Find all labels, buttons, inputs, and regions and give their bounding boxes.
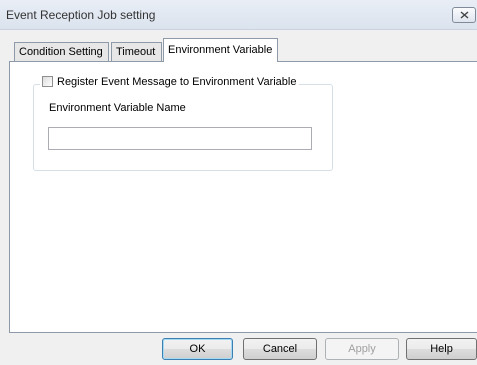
- tab-environment-variable[interactable]: Environment Variable: [163, 38, 278, 62]
- tab-timeout[interactable]: Timeout: [111, 42, 162, 61]
- window-title: Event Reception Job setting: [6, 8, 156, 22]
- register-env-checkbox-row[interactable]: Register Event Message to Environment Va…: [40, 76, 300, 90]
- cancel-button[interactable]: Cancel: [243, 338, 317, 360]
- close-button[interactable]: [452, 7, 476, 23]
- apply-button[interactable]: Apply: [325, 338, 399, 360]
- env-variable-name-label: Environment Variable Name: [49, 102, 186, 114]
- register-env-checkbox-label: Register Event Message to Environment Va…: [57, 76, 297, 88]
- env-variable-name-input[interactable]: [48, 127, 312, 150]
- title-bar: Event Reception Job setting: [0, 0, 477, 30]
- register-env-checkbox[interactable]: [42, 76, 53, 87]
- ok-button[interactable]: OK: [162, 338, 233, 360]
- dialog-window: Event Reception Job setting Condition Se…: [0, 0, 477, 365]
- help-button[interactable]: Help: [406, 338, 477, 360]
- close-icon: [460, 11, 469, 19]
- tab-condition-setting[interactable]: Condition Setting: [14, 42, 109, 61]
